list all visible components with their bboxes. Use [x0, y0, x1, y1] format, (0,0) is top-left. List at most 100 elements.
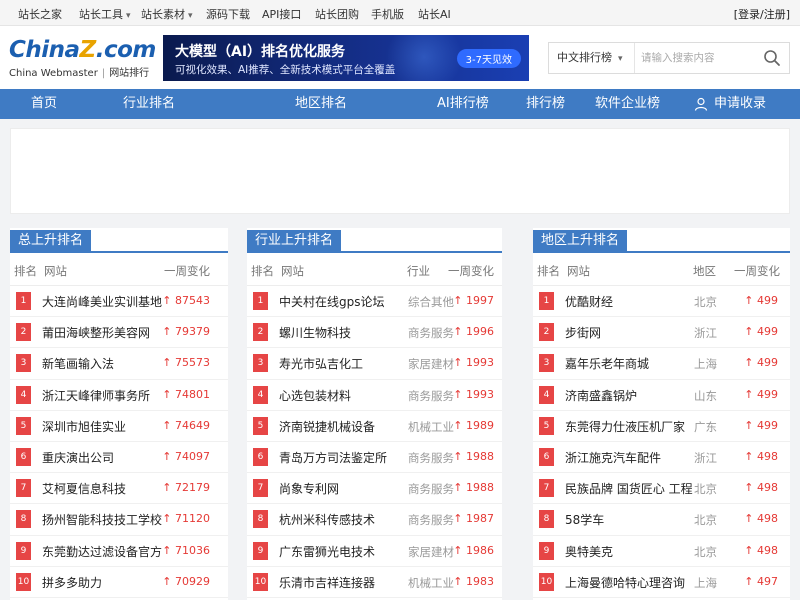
site-name-link[interactable]: 拼多多助力: [42, 574, 102, 591]
nav-region-rank[interactable]: 地区排名: [295, 89, 347, 119]
table-row[interactable]: 9 广东雷狮光电技术 家居建材 ↑ 1986: [247, 536, 502, 567]
table-row[interactable]: 2 螺川生物科技 商务服务 ↑ 1996: [247, 317, 502, 349]
category-label: 商务服务: [408, 513, 454, 528]
nav-industry-rank[interactable]: 行业排名: [123, 89, 175, 119]
banner-cta-button[interactable]: 3-7天见效: [456, 49, 521, 68]
weekly-change-value: ↑ 499: [744, 356, 778, 370]
site-name-link[interactable]: 民族品牌 国货匠心 工程: [565, 480, 693, 497]
table-row[interactable]: 8 扬州智能科技技工学校 ↑ 71120: [10, 504, 228, 536]
site-name-link[interactable]: 中关村在线gps论坛: [279, 293, 385, 310]
panel-title-underline: [533, 251, 790, 253]
table-row[interactable]: 8 杭州米科传感技术 商务服务 ↑ 1987: [247, 504, 502, 536]
table-row[interactable]: 4 心选包装材料 商务服务 ↑ 1993: [247, 380, 502, 411]
site-name-link[interactable]: 浙江施克汽车配件: [565, 449, 661, 466]
search-icon[interactable]: [763, 49, 781, 67]
site-name-link[interactable]: 步街网: [565, 324, 601, 341]
site-name-link[interactable]: 寿光市弘吉化工: [279, 355, 363, 372]
topbar-link-materials[interactable]: 站长素材 ▾: [141, 6, 193, 22]
rank-badge: 9: [16, 541, 31, 560]
site-name-link[interactable]: 新笔画输入法: [42, 355, 114, 372]
table-row[interactable]: 3 新笔画输入法 ↑ 75573: [10, 348, 228, 380]
ad-banner[interactable]: 大模型（AI）排名优化服务 可视化效果、AI推荐、全新技术模式平台全覆盖 3-7…: [163, 35, 529, 81]
weekly-change-value: ↑ 1993: [453, 387, 494, 401]
topbar-link-mobile[interactable]: 手机版: [371, 6, 404, 22]
nav-apply-listing-label: 申请收录: [714, 96, 767, 111]
table-row[interactable]: 10 拼多多助力 ↑ 70929: [10, 567, 228, 598]
search-category-select[interactable]: 中文排行榜 ▾: [549, 43, 635, 73]
weekly-change-value: ↑ 1993: [453, 356, 494, 370]
table-row[interactable]: 2 莆田海峡整形美容网 ↑ 79379: [10, 317, 228, 349]
chinaz-logo[interactable]: ChinaZ.com China Webmaster | 网站排行: [9, 38, 156, 79]
table-row[interactable]: 2 步街网 浙江 ↑ 499: [533, 317, 790, 349]
site-name-link[interactable]: 优酷财经: [565, 293, 613, 310]
site-name-link[interactable]: 上海曼德哈特心理咨询: [565, 574, 685, 591]
topbar-link-tools[interactable]: 站长工具 ▾: [79, 6, 131, 22]
table-row[interactable]: 1 中关村在线gps论坛 综合其他 ↑ 1997: [247, 286, 502, 318]
nav-rankings[interactable]: 排行榜: [526, 89, 565, 119]
site-name-link[interactable]: 重庆演出公司: [42, 449, 114, 466]
site-name-link[interactable]: 扬州智能科技技工学校: [42, 511, 162, 528]
col-rank: 排名: [537, 264, 560, 278]
banner-title: 大模型（AI）排名优化服务: [175, 44, 346, 60]
table-row[interactable]: 6 重庆演出公司 ↑ 74097: [10, 442, 228, 474]
table-row[interactable]: 10 上海曼德哈特心理咨询 上海 ↑ 497: [533, 567, 790, 598]
panel-total-rise: 总上升排名 排名 网站 一周变化 1 大连尚峰美业实训基地 ↑ 87543 2 莆田海峡…: [10, 228, 228, 600]
site-name-link[interactable]: 螺川生物科技: [279, 324, 351, 341]
table-row[interactable]: 5 济南锐捷机械设备 机械工业 ↑ 1989: [247, 411, 502, 442]
nav-software-enterprise[interactable]: 软件企业榜: [595, 89, 660, 119]
logo-sub-separator: |: [101, 68, 106, 79]
table-row[interactable]: 7 民族品牌 国货匠心 工程 北京 ↑ 498: [533, 473, 790, 505]
table-row[interactable]: 3 寿光市弘吉化工 家居建材 ↑ 1993: [247, 348, 502, 380]
col-change: 一周变化: [164, 264, 210, 278]
site-name-link[interactable]: 奥特美克: [565, 543, 613, 560]
site-name-link[interactable]: 嘉年乐老年商城: [565, 355, 649, 372]
panel-title: 总上升排名: [10, 230, 92, 252]
site-name-link[interactable]: 杭州米科传感技术: [279, 511, 375, 528]
table-row[interactable]: 9 奥特美克 北京 ↑ 498: [533, 536, 790, 567]
topbar-link-ai[interactable]: 站长AI: [418, 6, 451, 22]
table-row[interactable]: 7 艾柯夏信息科技 ↑ 72179: [10, 473, 228, 505]
table-row[interactable]: 6 青岛万方司法鉴定所 商务服务 ↑ 1988: [247, 442, 502, 474]
site-name-link[interactable]: 大连尚峰美业实训基地: [42, 293, 162, 310]
search-input[interactable]: [641, 48, 751, 68]
site-name-link[interactable]: 济南盛鑫锅炉: [565, 387, 637, 404]
topbar-link-zhanzhang-home[interactable]: 站长之家: [18, 6, 62, 22]
topbar-link-source[interactable]: 源码下载: [206, 6, 250, 22]
table-row[interactable]: 8 58学车 北京 ↑ 498: [533, 504, 790, 536]
weekly-change-value: ↑ 1987: [453, 512, 494, 526]
table-row[interactable]: 4 浙江天峰律师事务所 ↑ 74801: [10, 380, 228, 411]
login-register-link[interactable]: [登录/注册]: [734, 6, 790, 22]
nav-home[interactable]: 首页: [31, 89, 57, 119]
site-name-link[interactable]: 浙江天峰律师事务所: [42, 387, 150, 404]
site-name-link[interactable]: 58学车: [565, 511, 604, 528]
table-row[interactable]: 3 嘉年乐老年商城 上海 ↑ 499: [533, 348, 790, 380]
rank-badge: 5: [253, 416, 268, 435]
site-name-link[interactable]: 东莞勤达过滤设备官方: [42, 543, 162, 560]
site-name-link[interactable]: 济南锐捷机械设备: [279, 418, 375, 435]
site-name-link[interactable]: 尚象专利网: [279, 480, 339, 497]
site-name-link[interactable]: 心选包装材料: [279, 387, 351, 404]
table-row[interactable]: 5 深圳市旭佳实业 ↑ 74649: [10, 411, 228, 442]
table-row[interactable]: 6 浙江施克汽车配件 浙江 ↑ 498: [533, 442, 790, 474]
topbar-link-api[interactable]: API接口: [262, 6, 301, 22]
site-name-link[interactable]: 莆田海峡整形美容网: [42, 324, 150, 341]
table-row[interactable]: 5 东莞得力仕液压机厂家 广东 ↑ 499: [533, 411, 790, 442]
nav-ai-rank[interactable]: AI排行榜: [437, 89, 489, 119]
table-row[interactable]: 1 优酷财经 北京 ↑ 499: [533, 286, 790, 318]
weekly-change-value: ↑ 499: [744, 418, 778, 432]
table-row[interactable]: 1 大连尚峰美业实训基地 ↑ 87543: [10, 286, 228, 318]
site-name-link[interactable]: 乐清市吉祥连接器: [279, 574, 375, 591]
weekly-change-value: ↑ 1983: [453, 574, 494, 588]
table-row[interactable]: 9 东莞勤达过滤设备官方 ↑ 71036: [10, 536, 228, 567]
site-name-link[interactable]: 艾柯夏信息科技: [42, 480, 126, 497]
site-name-link[interactable]: 广东雷狮光电技术: [279, 543, 375, 560]
topbar-link-groupbuy[interactable]: 站长团购: [315, 6, 359, 22]
site-name-link[interactable]: 青岛万方司法鉴定所: [279, 449, 387, 466]
nav-apply-listing[interactable]: 申请收录: [694, 89, 766, 119]
table-row[interactable]: 10 乐清市吉祥连接器 机械工业 ↑ 1983: [247, 567, 502, 598]
site-name-link[interactable]: 深圳市旭佳实业: [42, 418, 126, 435]
site-name-link[interactable]: 东莞得力仕液压机厂家: [565, 418, 685, 435]
rank-badge: 2: [253, 323, 268, 342]
table-row[interactable]: 4 济南盛鑫锅炉 山东 ↑ 499: [533, 380, 790, 411]
table-row[interactable]: 7 尚象专利网 商务服务 ↑ 1988: [247, 473, 502, 505]
